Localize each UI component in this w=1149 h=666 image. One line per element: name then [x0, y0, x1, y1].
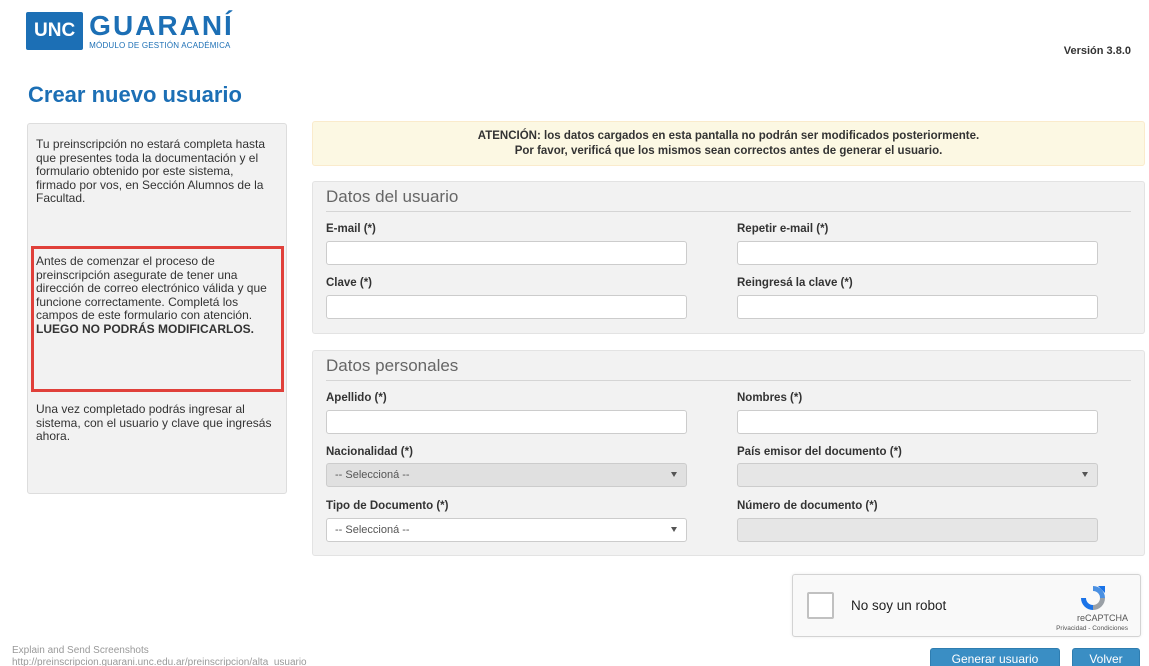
footer-url: http://preinscripcion.guarani.unc.edu.ar… — [12, 657, 307, 666]
back-button[interactable]: Volver — [1072, 648, 1140, 666]
repeat-password-field[interactable] — [737, 295, 1098, 319]
names-field[interactable] — [737, 410, 1098, 434]
surname-field[interactable] — [326, 410, 687, 434]
alert-line-2: Por favor, verificá que los mismos sean … — [514, 145, 943, 157]
recaptcha-checkbox[interactable] — [807, 592, 834, 619]
warning-alert: ATENCIÓN: los datos cargados en esta pan… — [312, 121, 1145, 166]
alert-line-1: ATENCIÓN: los datos cargados en esta pan… — [477, 130, 980, 142]
page-title: Crear nuevo usuario — [28, 82, 242, 107]
recaptcha-widget: No soy un robot reCAPTCHA Privacidad - C… — [792, 574, 1141, 637]
repeat-email-field[interactable] — [737, 241, 1098, 265]
issuer-country-label: País emisor del documento (*) — [737, 446, 902, 458]
surname-label: Apellido (*) — [326, 392, 387, 404]
status-footer: Explain and Send Screenshots http://prei… — [12, 645, 307, 666]
email-label: E-mail (*) — [326, 223, 376, 235]
app-logo[interactable]: UNC GUARANÍ MÓDULO DE GESTIÓN ACADÉMICA — [26, 9, 234, 50]
sidebar-paragraph-2: Antes de comenzar el proceso de preinscr… — [36, 254, 276, 336]
chevron-down-icon — [671, 527, 677, 532]
logo-subtitle: MÓDULO DE GESTIÓN ACADÉMICA — [89, 40, 231, 50]
nationality-label: Nacionalidad (*) — [326, 446, 413, 458]
sidebar-paragraph-2-warning: LUEGO NO PODRÁS MODIFICARLOS. — [36, 321, 255, 336]
doc-number-label: Número de documento (*) — [737, 500, 878, 512]
version-label: Versión 3.8.0 — [1063, 45, 1131, 57]
recaptcha-label: No soy un robot — [851, 598, 947, 613]
chevron-down-icon — [1082, 472, 1088, 477]
doc-type-select[interactable]: -- Seleccioná -- — [326, 518, 687, 542]
names-label: Nombres (*) — [737, 392, 803, 404]
generate-user-button[interactable]: Generar usuario — [930, 648, 1060, 666]
recaptcha-links[interactable]: Privacidad - Condiciones — [1056, 625, 1128, 632]
sidebar-paragraph-1: Tu preinscripción no estará completa has… — [36, 137, 266, 205]
repeat-password-label: Reingresá la clave (*) — [737, 277, 853, 289]
issuer-country-select[interactable] — [737, 463, 1098, 487]
chevron-down-icon — [671, 472, 677, 477]
sidebar-paragraph-3: Una vez completado podrás ingresar al si… — [36, 402, 272, 443]
nationality-select-value: -- Seleccioná -- — [335, 469, 410, 481]
logo-text: GUARANÍ MÓDULO DE GESTIÓN ACADÉMICA — [89, 9, 234, 50]
nationality-select[interactable]: -- Seleccioná -- — [326, 463, 687, 487]
doc-number-field[interactable] — [737, 518, 1098, 542]
logo-unc-badge: UNC — [26, 12, 84, 50]
personal-data-legend: Datos personales — [326, 356, 1131, 381]
password-field[interactable] — [326, 295, 687, 319]
footer-line-1: Explain and Send Screenshots — [12, 645, 149, 656]
email-field[interactable] — [326, 241, 687, 265]
logo-title: GUARANÍ — [89, 9, 234, 41]
sidebar-paragraph-2-text: Antes de comenzar el proceso de preinscr… — [36, 254, 267, 322]
repeat-email-label: Repetir e-mail (*) — [737, 223, 829, 235]
doc-type-label: Tipo de Documento (*) — [326, 500, 449, 512]
password-label: Clave (*) — [326, 277, 373, 289]
doc-type-select-value: -- Seleccioná -- — [335, 524, 410, 536]
user-data-legend: Datos del usuario — [326, 187, 1131, 212]
recaptcha-brand: reCAPTCHA — [1076, 613, 1128, 623]
